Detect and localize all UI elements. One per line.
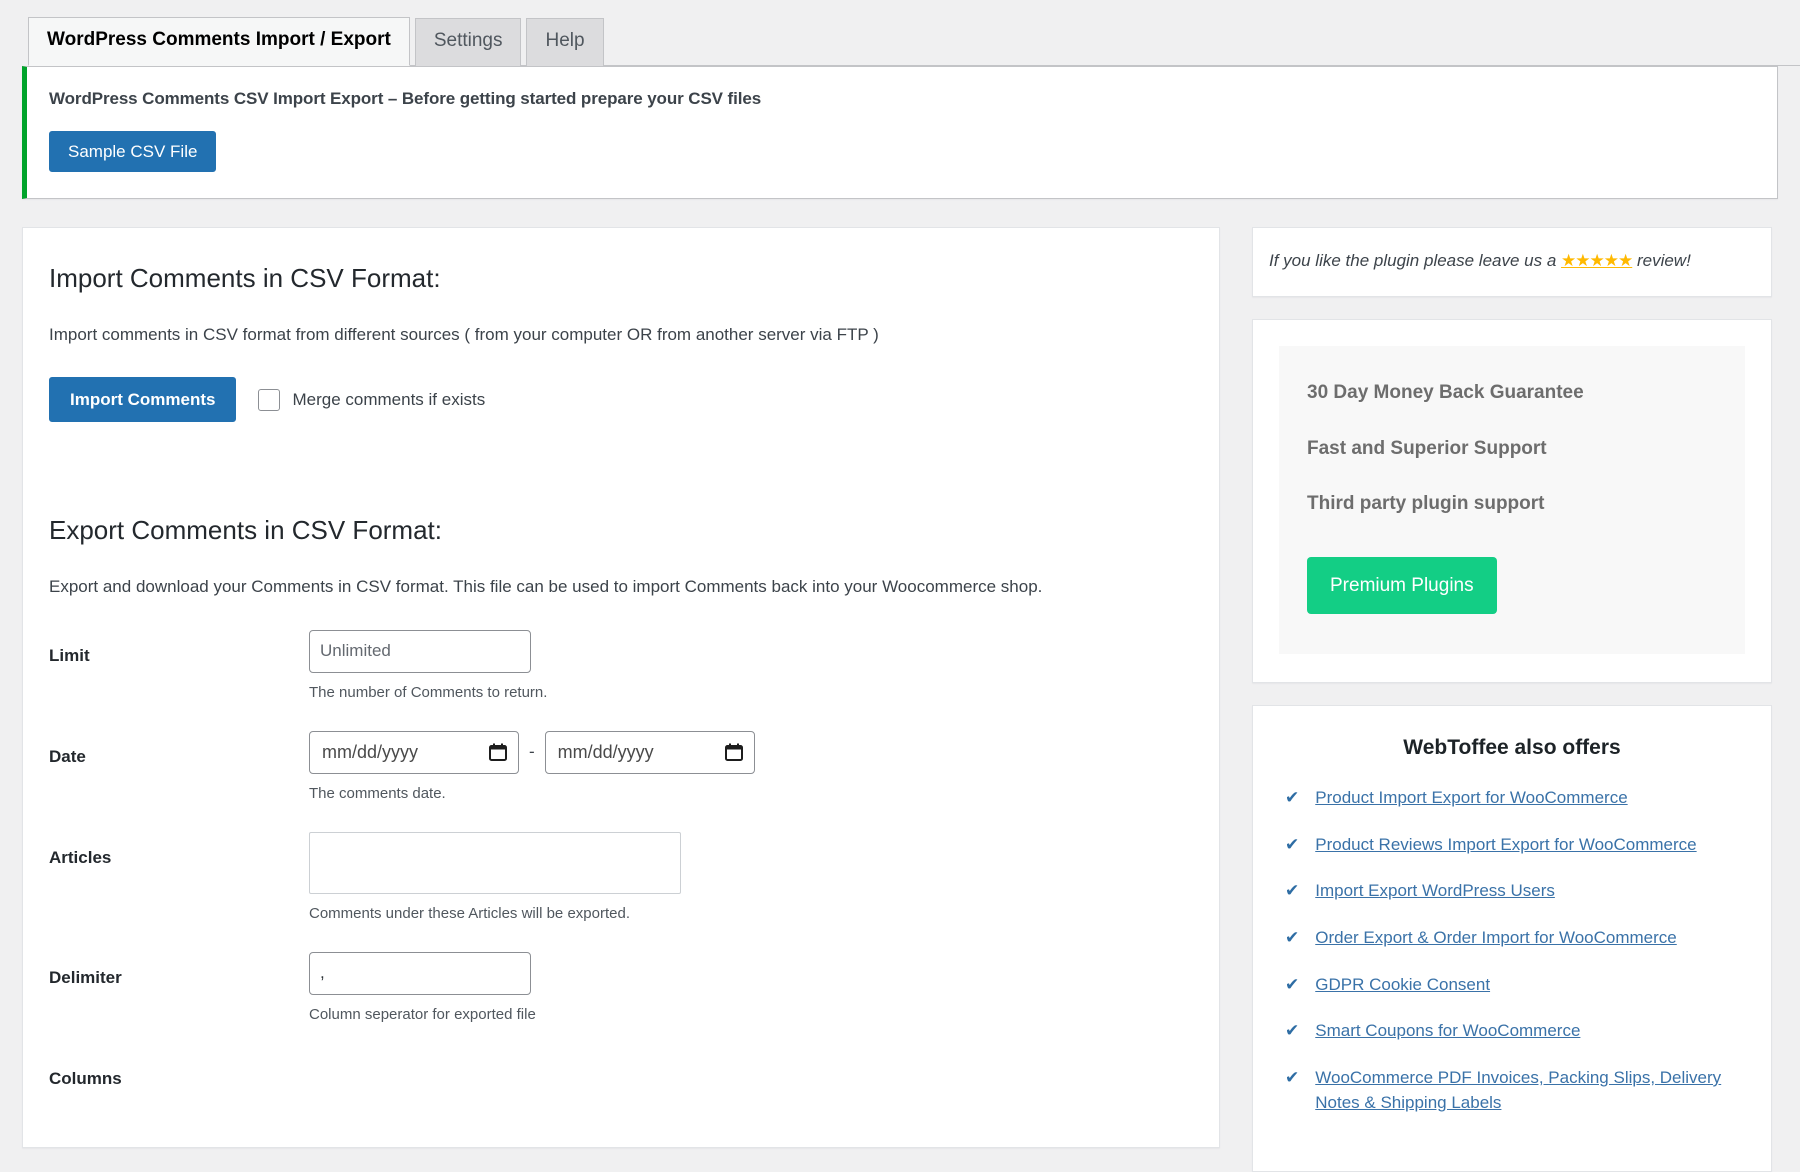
review-text: If you like the plugin please leave us a…	[1269, 249, 1751, 273]
nav-tabs: WordPress Comments Import / Export Setti…	[28, 11, 1800, 66]
limit-input[interactable]	[309, 630, 531, 673]
star-rating-icon[interactable]: ★★★★★	[1561, 251, 1632, 270]
date-range-row: mm/dd/yyyy - mm/dd/yyyy	[309, 731, 1193, 774]
delimiter-help-text: Column seperator for exported file	[309, 1004, 1193, 1025]
import-section-description: Import comments in CSV format from diffe…	[49, 322, 1193, 348]
import-actions-row: Import Comments Merge comments if exists	[49, 377, 1193, 422]
list-item: ✔ Product Reviews Import Export for WooC…	[1275, 833, 1749, 858]
limit-help-text: The number of Comments to return.	[309, 682, 1193, 703]
offer-link-smart-coupons[interactable]: Smart Coupons for WooCommerce	[1315, 1019, 1580, 1044]
export-section-description: Export and download your Comments in CSV…	[49, 574, 1193, 600]
form-row-columns: Columns	[49, 1053, 1193, 1089]
form-row-date: Date mm/dd/yyyy	[49, 731, 1193, 804]
review-card: If you like the plugin please leave us a…	[1252, 227, 1772, 297]
sidebar: If you like the plugin please leave us a…	[1252, 227, 1772, 1172]
date-range-separator: -	[528, 742, 536, 762]
merge-comments-checkbox-label[interactable]: Merge comments if exists	[258, 389, 485, 411]
main-panel: Import Comments in CSV Format: Import co…	[22, 227, 1220, 1148]
check-icon: ✔	[1285, 879, 1299, 904]
check-icon: ✔	[1285, 1066, 1299, 1115]
limit-field-body: The number of Comments to return.	[309, 630, 1193, 703]
offer-link-gdpr-cookie-consent[interactable]: GDPR Cookie Consent	[1315, 973, 1490, 998]
tab-bar: WordPress Comments Import / Export Setti…	[0, 0, 1800, 66]
calendar-icon[interactable]	[489, 743, 507, 761]
check-icon: ✔	[1285, 786, 1299, 811]
offers-card: WebToffee also offers ✔ Product Import E…	[1252, 705, 1772, 1172]
articles-help-text: Comments under these Articles will be ex…	[309, 903, 1193, 924]
sample-csv-file-button[interactable]: Sample CSV File	[49, 131, 216, 172]
offer-link-order-export-import[interactable]: Order Export & Order Import for WooComme…	[1315, 926, 1677, 951]
page-columns: Import Comments in CSV Format: Import co…	[0, 199, 1800, 1172]
date-to-placeholder: mm/dd/yyyy	[558, 742, 654, 763]
columns-label: Columns	[49, 1053, 309, 1089]
tab-settings[interactable]: Settings	[415, 18, 522, 66]
import-comments-button[interactable]: Import Comments	[49, 377, 236, 422]
premium-benefit-third-party: Third party plugin support	[1307, 493, 1715, 516]
date-to-input[interactable]: mm/dd/yyyy	[545, 731, 755, 774]
section-spacer	[49, 444, 1193, 514]
list-item: ✔ WooCommerce PDF Invoices, Packing Slip…	[1275, 1066, 1749, 1115]
list-item: ✔ Import Export WordPress Users	[1275, 879, 1749, 904]
form-row-limit: Limit The number of Comments to return.	[49, 630, 1193, 703]
premium-inner-panel: 30 Day Money Back Guarantee Fast and Sup…	[1279, 346, 1745, 654]
form-row-delimiter: Delimiter Column seperator for exported …	[49, 952, 1193, 1025]
delimiter-input[interactable]	[309, 952, 531, 995]
review-text-before: If you like the plugin please leave us a	[1269, 251, 1561, 270]
merge-comments-checkbox[interactable]	[258, 389, 280, 411]
premium-card: 30 Day Money Back Guarantee Fast and Sup…	[1252, 319, 1772, 683]
limit-label: Limit	[49, 630, 309, 666]
list-item: ✔ Order Export & Order Import for WooCom…	[1275, 926, 1749, 951]
review-text-after: review!	[1632, 251, 1691, 270]
check-icon: ✔	[1285, 973, 1299, 998]
offers-title: WebToffee also offers	[1275, 736, 1749, 760]
offer-link-product-reviews-import-export[interactable]: Product Reviews Import Export for WooCom…	[1315, 833, 1696, 858]
premium-plugins-button[interactable]: Premium Plugins	[1307, 557, 1497, 614]
delimiter-label: Delimiter	[49, 952, 309, 988]
premium-benefit-support: Fast and Superior Support	[1307, 438, 1715, 461]
premium-benefit-money-back: 30 Day Money Back Guarantee	[1307, 382, 1715, 405]
articles-label: Articles	[49, 832, 309, 868]
check-icon: ✔	[1285, 1019, 1299, 1044]
date-from-input[interactable]: mm/dd/yyyy	[309, 731, 519, 774]
date-help-text: The comments date.	[309, 783, 1193, 804]
tab-help[interactable]: Help	[526, 18, 603, 66]
articles-input[interactable]	[309, 832, 681, 894]
form-row-articles: Articles Comments under these Articles w…	[49, 832, 1193, 924]
merge-comments-checkbox-text: Merge comments if exists	[292, 390, 485, 410]
date-field-body: mm/dd/yyyy - mm/dd/yyyy	[309, 731, 1193, 804]
articles-field-body: Comments under these Articles will be ex…	[309, 832, 1193, 924]
export-section-title: Export Comments in CSV Format:	[49, 514, 1193, 548]
import-section-title: Import Comments in CSV Format:	[49, 262, 1193, 296]
offer-link-import-export-wordpress-users[interactable]: Import Export WordPress Users	[1315, 879, 1555, 904]
date-label: Date	[49, 731, 309, 767]
list-item: ✔ Smart Coupons for WooCommerce	[1275, 1019, 1749, 1044]
tab-wordpress-comments-import-export[interactable]: WordPress Comments Import / Export	[28, 17, 410, 66]
delimiter-field-body: Column seperator for exported file	[309, 952, 1193, 1025]
check-icon: ✔	[1285, 926, 1299, 951]
offer-link-product-import-export[interactable]: Product Import Export for WooCommerce	[1315, 786, 1627, 811]
offer-link-pdf-invoices[interactable]: WooCommerce PDF Invoices, Packing Slips,…	[1315, 1066, 1749, 1115]
check-icon: ✔	[1285, 833, 1299, 858]
date-from-placeholder: mm/dd/yyyy	[322, 742, 418, 763]
list-item: ✔ GDPR Cookie Consent	[1275, 973, 1749, 998]
list-item: ✔ Product Import Export for WooCommerce	[1275, 786, 1749, 811]
calendar-icon[interactable]	[725, 743, 743, 761]
getting-started-notice: WordPress Comments CSV Import Export – B…	[22, 66, 1778, 199]
notice-title: WordPress Comments CSV Import Export – B…	[49, 89, 1763, 109]
